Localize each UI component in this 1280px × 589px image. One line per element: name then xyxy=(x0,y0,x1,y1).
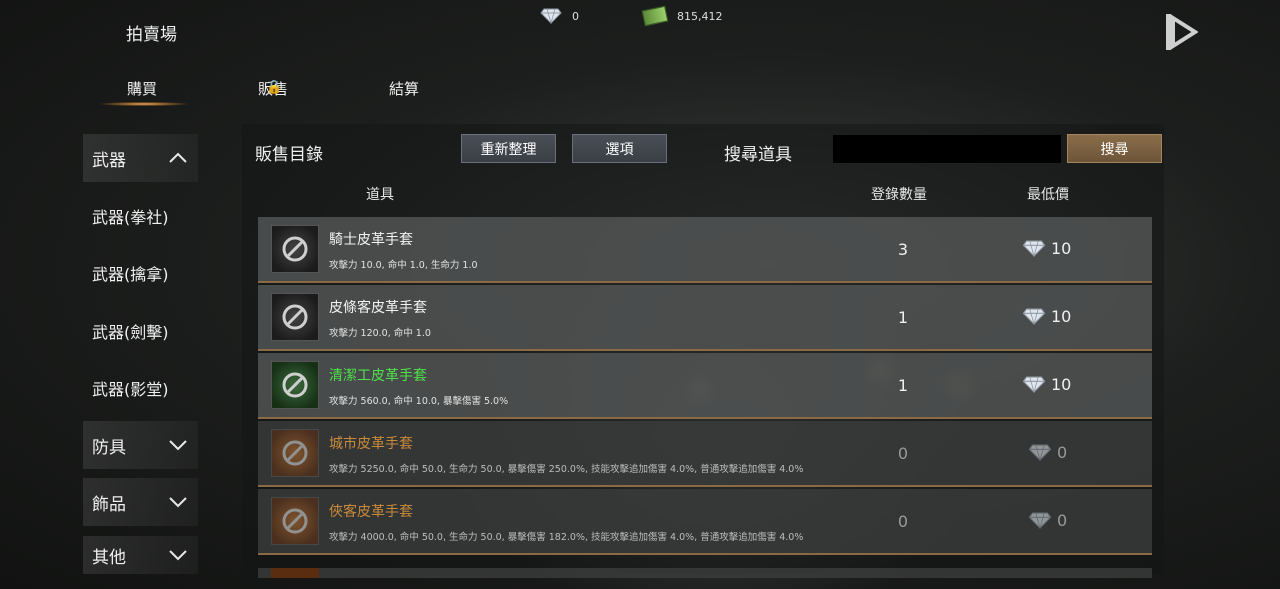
diamond-icon xyxy=(1022,240,1046,257)
item-price-value: 10 xyxy=(1051,307,1072,326)
diamond-currency: 0 xyxy=(540,8,579,24)
item-name: 俠客皮革手套 xyxy=(329,504,413,520)
item-slot xyxy=(271,361,319,409)
item-price-value: 10 xyxy=(1051,239,1072,258)
tab-settle-label: 結算 xyxy=(389,80,420,98)
item-row[interactable]: 俠客皮革手套 攻擊力 4000.0, 命中 50.0, 生命力 50.0, 暴擊… xyxy=(258,489,1152,555)
page-title: 拍賣場 xyxy=(126,25,177,45)
cash-icon xyxy=(641,5,669,27)
item-price: 10 xyxy=(1022,375,1071,394)
sidebar-category-weapons[interactable]: 武器 xyxy=(83,134,198,182)
diamond-icon xyxy=(1028,512,1052,529)
sidebar-item-label: 武器(擒拿) xyxy=(92,265,169,284)
forbidden-icon xyxy=(282,304,308,330)
item-stats: 攻擊力 5250.0, 命中 50.0, 生命力 50.0, 暴擊傷害 250.… xyxy=(329,464,804,475)
sidebar-item-label: 武器(拳社) xyxy=(92,208,169,227)
item-name: 皮條客皮革手套 xyxy=(329,300,427,316)
sidebar-category-label: 武器 xyxy=(92,150,126,171)
item-slot xyxy=(271,568,319,578)
item-stats: 攻擊力 10.0, 命中 1.0, 生命力 1.0 xyxy=(329,260,478,271)
sidebar-item-weapon-grapple[interactable]: 武器(擒拿) xyxy=(83,249,198,297)
tab-buy-label: 購買 xyxy=(127,80,158,98)
sidebar-item-label: 武器(劍擊) xyxy=(92,323,169,342)
chevron-down-icon xyxy=(169,497,187,508)
forbidden-icon xyxy=(282,508,308,534)
column-header-count: 登錄數量 xyxy=(871,187,927,203)
item-row[interactable]: 清潔工皮革手套 攻擊力 560.0, 命中 10.0, 暴擊傷害 5.0% 1 … xyxy=(258,353,1152,419)
column-header-item: 道具 xyxy=(366,187,394,203)
tab-settle[interactable]: 結算 xyxy=(389,78,419,99)
search-button[interactable]: 搜尋 xyxy=(1067,134,1162,163)
item-count: 0 xyxy=(897,512,909,531)
money-currency: 815,412 xyxy=(641,5,723,27)
catalog-title: 販售目錄 xyxy=(255,145,323,165)
item-count: 3 xyxy=(897,240,909,259)
forbidden-icon xyxy=(282,372,308,398)
tab-buy[interactable]: 購買 xyxy=(101,78,187,106)
search-input[interactable] xyxy=(833,135,1061,163)
sidebar-category-other[interactable]: 其他 xyxy=(83,536,198,574)
item-row[interactable]: 城市皮革手套 攻擊力 5250.0, 命中 50.0, 生命力 50.0, 暴擊… xyxy=(258,421,1152,487)
item-name: 城市皮革手套 xyxy=(329,436,413,452)
item-price: 0 xyxy=(1028,511,1067,530)
forbidden-icon xyxy=(282,236,308,262)
diamond-amount: 0 xyxy=(572,9,579,23)
sidebar-item-weapon-fist[interactable]: 武器(拳社) xyxy=(83,192,198,240)
tab-sell[interactable]: 販售 🔒 xyxy=(258,78,288,99)
item-price-value: 10 xyxy=(1051,375,1072,394)
item-price: 10 xyxy=(1022,307,1071,326)
chevron-down-icon xyxy=(169,550,187,561)
refresh-button[interactable]: 重新整理 xyxy=(461,134,556,163)
sidebar-category-accessories[interactable]: 飾品 xyxy=(83,478,198,526)
sidebar-item-weapon-shadow[interactable]: 武器(影堂) xyxy=(83,364,198,412)
item-slot xyxy=(271,225,319,273)
item-slot xyxy=(271,497,319,545)
search-label: 搜尋道具 xyxy=(724,145,792,165)
active-tab-indicator xyxy=(101,102,187,106)
diamond-icon xyxy=(1022,308,1046,325)
money-amount: 815,412 xyxy=(677,9,723,23)
diamond-icon xyxy=(540,8,562,24)
item-name: 騎士皮革手套 xyxy=(329,232,413,248)
item-row[interactable]: 騎士皮革手套 攻擊力 10.0, 命中 1.0, 生命力 1.0 3 10 xyxy=(258,217,1152,283)
item-slot xyxy=(271,429,319,477)
item-price: 10 xyxy=(1022,239,1071,258)
sidebar-category-armor[interactable]: 防具 xyxy=(83,421,198,469)
item-name: 清潔工皮革手套 xyxy=(329,368,427,384)
sidebar-item-weapon-sword[interactable]: 武器(劍擊) xyxy=(83,307,198,355)
item-stats: 攻擊力 120.0, 命中 1.0 xyxy=(329,328,431,339)
item-count: 1 xyxy=(897,308,909,327)
item-slot xyxy=(271,293,319,341)
forbidden-icon xyxy=(282,440,308,466)
item-price-value: 0 xyxy=(1057,443,1068,462)
item-row[interactable]: 皮條客皮革手套 攻擊力 120.0, 命中 1.0 1 10 xyxy=(258,285,1152,351)
sidebar-category-label: 飾品 xyxy=(92,494,126,515)
item-price: 0 xyxy=(1028,443,1067,462)
item-count: 0 xyxy=(897,444,909,463)
chevron-up-icon xyxy=(169,152,187,163)
diamond-icon xyxy=(1022,376,1046,393)
diamond-icon xyxy=(1028,444,1052,461)
chevron-down-icon xyxy=(169,440,187,451)
sidebar-item-label: 武器(影堂) xyxy=(92,380,169,399)
item-price-value: 0 xyxy=(1057,511,1068,530)
options-button[interactable]: 選項 xyxy=(572,134,667,163)
sidebar-category-label: 其他 xyxy=(92,547,126,568)
item-stats: 攻擊力 560.0, 命中 10.0, 暴擊傷害 5.0% xyxy=(329,396,509,407)
item-stats: 攻擊力 4000.0, 命中 50.0, 生命力 50.0, 暴擊傷害 182.… xyxy=(329,532,804,543)
column-header-price: 最低價 xyxy=(1027,187,1069,203)
item-count: 1 xyxy=(897,376,909,395)
exit-icon[interactable] xyxy=(1164,12,1198,52)
lock-icon: 🔒 xyxy=(266,80,283,95)
item-row-partial[interactable] xyxy=(258,568,1152,578)
sidebar-category-label: 防具 xyxy=(92,437,126,458)
